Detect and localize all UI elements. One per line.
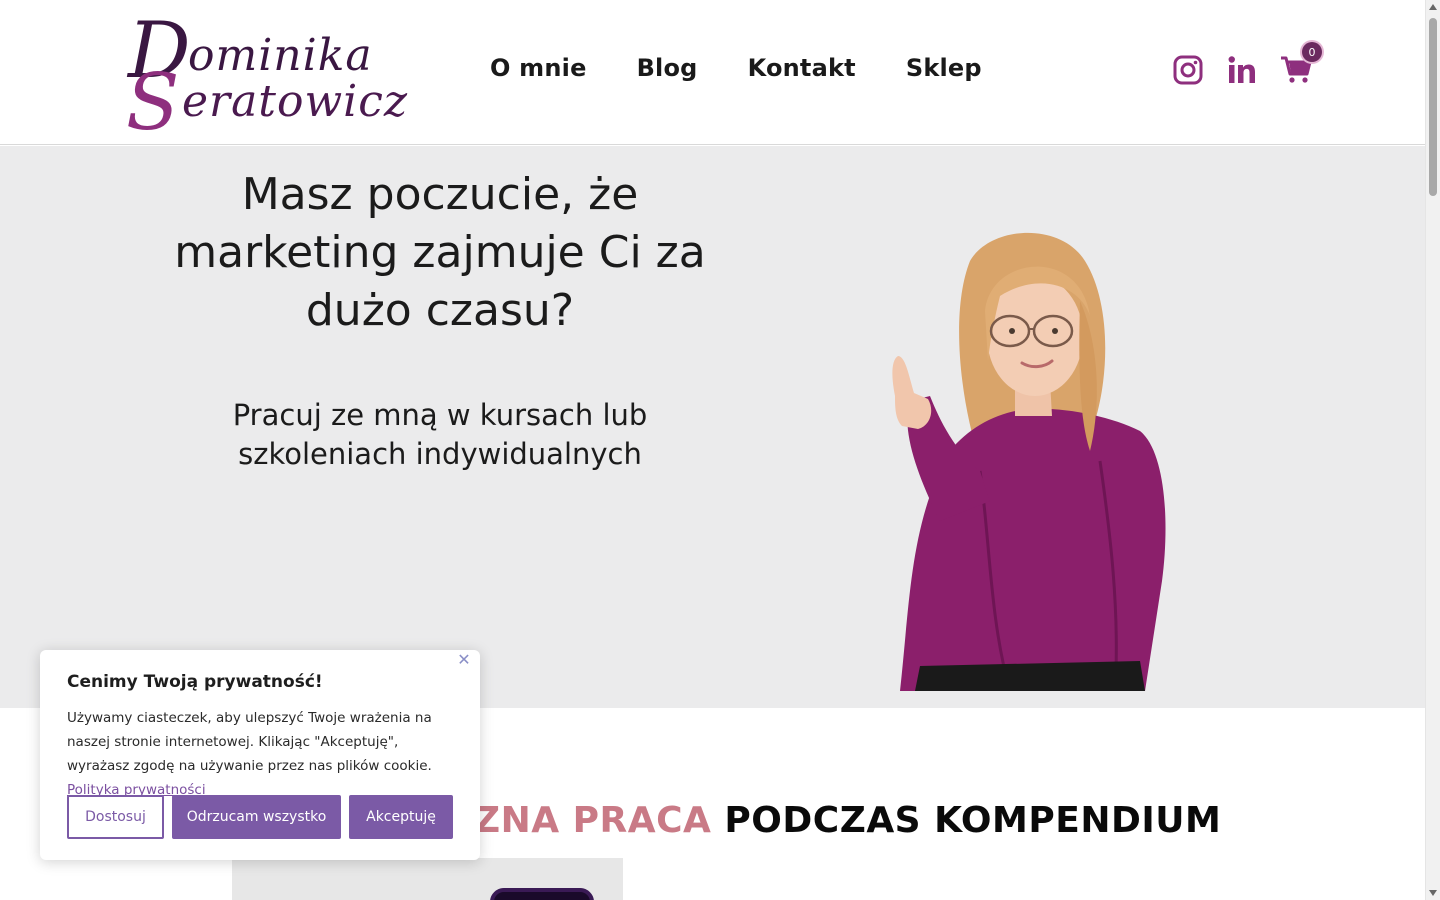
section-heading-main: PODCZAS KOMPENDIUM bbox=[724, 800, 1222, 841]
preview-graphic bbox=[490, 888, 594, 900]
main-nav: O mnie Blog Kontakt Sklep bbox=[490, 54, 982, 82]
hero-section: Masz poczucie, że marketing zajmuje Ci z… bbox=[0, 146, 1425, 708]
section-heading-highlight: ZNA PRACA bbox=[474, 800, 712, 841]
logo-first-name: ominika bbox=[188, 30, 373, 81]
scroll-up-arrow-icon[interactable] bbox=[1429, 4, 1437, 10]
scroll-thumb[interactable] bbox=[1429, 18, 1437, 196]
hero-portrait-photo bbox=[892, 232, 1166, 691]
cookie-consent-banner: ✕ Cenimy Twoją prywatność! Używamy ciast… bbox=[40, 650, 480, 860]
cart-icon[interactable]: 0 bbox=[1280, 42, 1322, 88]
hero-subtitle: Pracuj ze mną w kursach lub szkoleniach … bbox=[232, 398, 648, 471]
nav-kontakt[interactable]: Kontakt bbox=[748, 54, 856, 82]
nav-o-mnie[interactable]: O mnie bbox=[490, 54, 587, 82]
reject-all-button[interactable]: Odrzucam wszystko bbox=[172, 795, 341, 839]
logo-last-name: eratowicz bbox=[182, 76, 409, 127]
cookie-description: Używamy ciasteczek, aby ulepszyć Twoje w… bbox=[67, 710, 432, 774]
close-icon[interactable]: ✕ bbox=[456, 652, 472, 668]
accept-button[interactable]: Akceptuję bbox=[349, 795, 453, 839]
scroll-down-arrow-icon[interactable] bbox=[1429, 890, 1437, 896]
instagram-icon[interactable] bbox=[1172, 52, 1204, 88]
page-scrollbar[interactable] bbox=[1425, 0, 1440, 900]
site-header: D ominika S eratowicz O mnie Blog Kontak… bbox=[0, 0, 1425, 145]
cookie-title: Cenimy Twoją prywatność! bbox=[67, 672, 323, 692]
section-preview-image bbox=[232, 858, 623, 900]
nav-blog[interactable]: Blog bbox=[637, 54, 698, 82]
cookie-buttons: Dostosuj Odrzucam wszystko Akceptuję bbox=[67, 795, 453, 839]
hero-title: Masz poczucie, że marketing zajmuje Ci z… bbox=[174, 169, 706, 336]
site-logo[interactable]: D ominika S eratowicz bbox=[126, 12, 407, 142]
logo-initial-s: S bbox=[126, 58, 180, 148]
linkedin-icon[interactable] bbox=[1226, 52, 1258, 88]
cookie-text: Używamy ciasteczek, aby ulepszyć Twoje w… bbox=[67, 706, 453, 802]
nav-sklep[interactable]: Sklep bbox=[906, 54, 982, 82]
header-icons: 0 bbox=[1172, 42, 1322, 88]
customize-button[interactable]: Dostosuj bbox=[67, 795, 164, 839]
cart-count-badge: 0 bbox=[1302, 42, 1322, 62]
